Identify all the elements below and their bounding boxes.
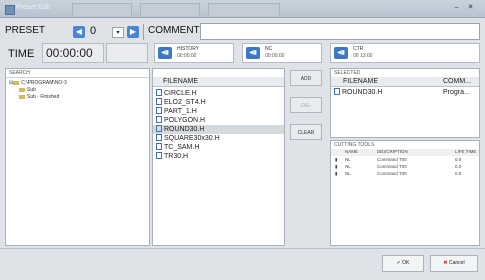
- file-item-selected[interactable]: ROUND30.H: [153, 125, 284, 134]
- file-icon: [156, 98, 162, 105]
- preset-dropdown[interactable]: ▾: [112, 27, 124, 38]
- window-title: Preset Edit: [16, 4, 51, 11]
- title-tab: [208, 3, 280, 16]
- comment-column[interactable]: COMM...: [443, 78, 471, 85]
- nc-value: 00:00:00: [265, 53, 285, 59]
- tree-item[interactable]: Sub: [19, 87, 36, 94]
- file-item[interactable]: PART_1.H: [153, 107, 284, 116]
- file-icon: [156, 143, 162, 150]
- history-panel: ◀▮ HISTORY 00:00:00: [154, 43, 234, 63]
- file-item[interactable]: TR30.H: [153, 152, 284, 161]
- search-label: SEARCH: [9, 70, 30, 76]
- history-name: HISTORY: [177, 46, 200, 52]
- tree-item[interactable]: ⊟ C:\PROGRAM\NO-3: [9, 80, 67, 87]
- divider: [6, 77, 149, 78]
- file-item[interactable]: SQUARE30x30.H: [153, 134, 284, 143]
- folder-icon: [19, 94, 25, 99]
- history-value: 00:00:00: [177, 53, 197, 59]
- tool-row[interactable]: ▮ NL Command T00 0.0: [331, 164, 479, 170]
- time-field-extension: [106, 43, 148, 63]
- file-icon: [156, 134, 162, 141]
- file-item[interactable]: POLYGON.H: [153, 116, 284, 125]
- folder-icon: [19, 87, 25, 92]
- cancel-button[interactable]: ✖ Cancel: [430, 255, 478, 272]
- cutting-tools-pane: CUTTING TOOLS NAME DESCRIPTION LIFE TIME…: [330, 140, 480, 246]
- file-icon: [334, 88, 340, 95]
- remove-button[interactable]: DEL: [290, 97, 322, 113]
- tool-row[interactable]: ▮ NL Command T00 0.0: [331, 157, 479, 163]
- tool-icon: ▮: [335, 171, 338, 176]
- comment-field[interactable]: [200, 23, 480, 40]
- file-icon: [156, 125, 162, 132]
- nc-name: NC: [265, 46, 273, 52]
- close-icon: ✖: [443, 260, 448, 266]
- selected-pane: SELECTED FILENAME COMM... ROUND30.H Prog…: [330, 68, 480, 138]
- file-icon: [156, 116, 162, 123]
- ctr-name: CTR: [353, 46, 364, 52]
- history-icon: ◀▮: [158, 47, 172, 59]
- comment-label: COMMENT: [148, 25, 200, 36]
- selected-column-header: FILENAME COMM...: [331, 77, 479, 87]
- preset-prev-button[interactable]: ◀: [73, 26, 85, 38]
- nc-icon: ◀▮: [246, 47, 260, 59]
- ctr-icon: ◀▮: [334, 47, 348, 59]
- filename-column[interactable]: FILENAME: [343, 78, 378, 85]
- file-item[interactable]: CIRCLE.H: [153, 89, 284, 98]
- ctr-value: 00 13:00: [353, 53, 373, 59]
- minimize-icon[interactable]: –: [452, 3, 461, 12]
- selected-label: SELECTED: [334, 70, 361, 76]
- divider: [143, 24, 144, 40]
- preset-next-button[interactable]: ▶: [127, 26, 139, 38]
- file-icon: [156, 107, 162, 114]
- ctr-panel: ◀▮ CTR 00 13:00: [330, 43, 480, 63]
- tool-icon: ▮: [335, 157, 338, 162]
- clear-button[interactable]: CLEAR: [290, 124, 322, 140]
- ok-button[interactable]: ✔ OK: [382, 255, 424, 272]
- selected-row[interactable]: ROUND30.H Progra...: [331, 88, 479, 97]
- add-button[interactable]: ADD: [290, 70, 322, 86]
- file-list: CIRCLE.H ELO2_ST4.H PART_1.H POLYGON.H R…: [153, 89, 284, 161]
- tool-row[interactable]: ▮ NL Command T00 0.0: [331, 171, 479, 177]
- file-item[interactable]: TC_SAM.H: [153, 143, 284, 152]
- file-icon: [156, 89, 162, 96]
- nc-panel: ◀▮ NC 00:00:00: [242, 43, 322, 63]
- search-pane: SEARCH ⊟ C:\PROGRAM\NO-3 Sub Sub - Finish…: [5, 68, 150, 246]
- close-icon[interactable]: ✕: [466, 3, 475, 12]
- file-list-pane: FILENAME CIRCLE.H ELO2_ST4.H PART_1.H PO…: [152, 68, 285, 246]
- time-label: TIME: [8, 48, 35, 60]
- filename-column-header[interactable]: FILENAME: [153, 77, 284, 87]
- tree-item[interactable]: Sub - Finished: [19, 94, 59, 101]
- divider: [0, 248, 485, 249]
- title-bar: Preset Edit – ✕: [0, 0, 485, 18]
- check-icon: ✔: [396, 260, 401, 266]
- cutting-tools-label: CUTTING TOOLS: [334, 142, 375, 148]
- preset-label: PRESET: [5, 25, 46, 36]
- title-tab: [140, 3, 200, 16]
- file-item[interactable]: ELO2_ST4.H: [153, 98, 284, 107]
- tool-icon: ▮: [335, 164, 338, 169]
- app-icon: [5, 5, 15, 15]
- time-field[interactable]: 00:00:00: [42, 43, 104, 63]
- preset-value: 0: [90, 25, 97, 37]
- tools-header: NAME DESCRIPTION LIFE TIME: [331, 149, 479, 156]
- title-tab: [72, 3, 132, 16]
- file-icon: [156, 152, 162, 159]
- folder-icon: [13, 80, 20, 85]
